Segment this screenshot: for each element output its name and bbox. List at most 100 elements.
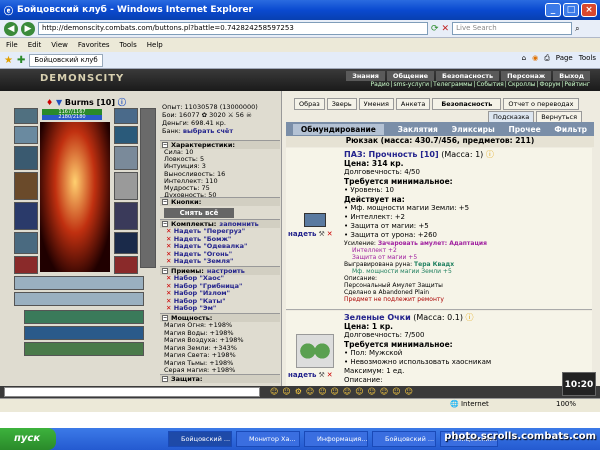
- item-title[interactable]: Зеленые Очки: [344, 313, 411, 322]
- chat-input[interactable]: [4, 387, 260, 397]
- tab-spells[interactable]: Заклятия: [398, 125, 438, 134]
- nav-rating[interactable]: Рейтинг: [564, 81, 590, 88]
- weapon-slot[interactable]: [14, 172, 38, 200]
- smile-icon[interactable]: ☺: [355, 387, 363, 397]
- back-icon[interactable]: ◀: [4, 21, 18, 36]
- security-button[interactable]: Безопасность: [432, 98, 502, 110]
- info-icon[interactable]: ⓘ: [466, 313, 474, 322]
- nav-sms[interactable]: sms-услуги: [394, 81, 430, 88]
- wear-link[interactable]: надеть: [288, 230, 316, 238]
- nav-forum[interactable]: Форум: [540, 81, 561, 88]
- search-input[interactable]: Live Search: [452, 22, 573, 35]
- drop-icon[interactable]: ✕: [327, 230, 333, 238]
- nav-security[interactable]: Безопасность: [436, 71, 500, 81]
- drop-icon[interactable]: ✕: [327, 371, 333, 379]
- home-icon[interactable]: ⌂: [522, 54, 526, 63]
- earrings-slot[interactable]: [14, 126, 38, 144]
- stop-icon[interactable]: ✕: [442, 24, 450, 34]
- rune-link[interactable]: Тера Квадх: [414, 261, 454, 268]
- settings-icon[interactable]: ⚙: [295, 387, 302, 397]
- maximize-button[interactable]: □: [563, 3, 579, 17]
- smile-icon[interactable]: ☺: [392, 387, 400, 397]
- set-item-5[interactable]: ✕ Надеть "Земля": [166, 257, 280, 266]
- taskbar-item[interactable]: Монитор Ха...: [236, 431, 300, 447]
- collapse-icon[interactable]: −: [162, 376, 168, 382]
- nav-events[interactable]: События: [476, 81, 503, 88]
- close-button[interactable]: ×: [581, 3, 597, 17]
- refresh-icon[interactable]: ⟳: [431, 24, 439, 34]
- wear-link[interactable]: надеть: [288, 371, 316, 379]
- skills-button[interactable]: Умения: [358, 98, 394, 110]
- nav-radio[interactable]: Радио: [370, 81, 389, 88]
- smile-icon[interactable]: ☺: [380, 387, 388, 397]
- helm-slot[interactable]: [14, 108, 38, 124]
- smile-icon[interactable]: ☺: [270, 387, 278, 397]
- feeds-icon[interactable]: ◉: [532, 54, 538, 63]
- boots-left-slot[interactable]: [14, 256, 38, 274]
- tab-elixirs[interactable]: Эликсиры: [452, 125, 495, 134]
- nav-knowledge[interactable]: Знания: [346, 71, 385, 81]
- pet-button[interactable]: Зверь: [326, 98, 357, 110]
- taskbar-item[interactable]: Информация...: [304, 431, 368, 447]
- forward-icon[interactable]: ▶: [21, 21, 35, 36]
- browser-tab[interactable]: Бойцовский клуб: [29, 53, 103, 67]
- print-icon[interactable]: ⎙: [544, 54, 550, 63]
- collapse-icon[interactable]: −: [162, 199, 168, 205]
- scroll-slots-row1[interactable]: [14, 276, 144, 290]
- gloves-slot[interactable]: [114, 126, 138, 144]
- ring-slot[interactable]: [114, 232, 138, 254]
- smile-icon[interactable]: ☺: [282, 387, 290, 397]
- smile-icon[interactable]: ☺: [306, 387, 314, 397]
- minimize-button[interactable]: _: [545, 3, 561, 17]
- favorites-star-icon[interactable]: ★: [4, 55, 13, 66]
- menu-file[interactable]: File: [6, 41, 18, 49]
- leggings-slot[interactable]: [114, 202, 138, 230]
- tab-equipment[interactable]: Обмундирование: [292, 123, 384, 135]
- taskbar-item[interactable]: Бойцовский ...: [372, 431, 436, 447]
- nav-telegrams[interactable]: Телеграммы: [433, 81, 472, 88]
- rune-slots-row2[interactable]: [24, 326, 144, 340]
- rune-slots-row3[interactable]: [24, 342, 144, 356]
- start-button[interactable]: пуск: [0, 428, 56, 450]
- offhand-slot[interactable]: [114, 172, 138, 200]
- smile-icon[interactable]: ☺: [331, 387, 339, 397]
- upgrade-link[interactable]: Зачаровать амулет: Адаптация: [378, 240, 487, 247]
- smile-icon[interactable]: ☺: [343, 387, 351, 397]
- menu-view[interactable]: View: [51, 41, 68, 49]
- belt-pockets-slot[interactable]: [140, 108, 156, 268]
- belt-slot[interactable]: [14, 232, 38, 254]
- scroll-slots-row2[interactable]: [14, 292, 144, 306]
- bracers-slot[interactable]: [114, 108, 138, 124]
- nav-exit[interactable]: Выход: [553, 71, 590, 81]
- tab-filter[interactable]: Фильтр: [554, 125, 587, 134]
- armor-slot[interactable]: [14, 202, 38, 230]
- image-button[interactable]: Образ: [294, 98, 325, 110]
- amulet-slot[interactable]: [14, 146, 38, 170]
- menu-edit[interactable]: Edit: [28, 41, 42, 49]
- url-input[interactable]: http://demonscity.combats.com/buttons.pl…: [38, 22, 428, 35]
- menu-favorites[interactable]: Favorites: [78, 41, 110, 49]
- bank-link[interactable]: выбрать счёт: [183, 127, 233, 135]
- menu-help[interactable]: Help: [147, 41, 163, 49]
- remove-all-button[interactable]: Снять всё: [164, 208, 234, 218]
- taskbar-item[interactable]: Бойцовский ...: [168, 431, 232, 447]
- repair-icon[interactable]: ⚒: [318, 371, 324, 379]
- trick-set-5[interactable]: ✕ Набор "Эм": [166, 304, 280, 313]
- item-title[interactable]: ПАЗ: Прочность [10]: [344, 150, 439, 159]
- nav-communication[interactable]: Общение: [386, 71, 435, 81]
- boots-right-slot[interactable]: [114, 256, 138, 274]
- shield-slot[interactable]: [114, 146, 138, 170]
- zoom-level[interactable]: 100%: [556, 400, 576, 408]
- page-menu[interactable]: Page: [556, 54, 573, 63]
- smile-icon[interactable]: ☺: [368, 387, 376, 397]
- nav-character[interactable]: Персонаж: [501, 71, 552, 81]
- menu-tools[interactable]: Tools: [120, 41, 137, 49]
- search-icon[interactable]: ⌕: [575, 24, 579, 34]
- transfer-report-button[interactable]: Отчет о переводах: [503, 98, 579, 110]
- info-icon[interactable]: ⓘ: [486, 150, 494, 159]
- add-favorite-icon[interactable]: ✚: [17, 55, 25, 66]
- smile-icon[interactable]: ☺: [318, 387, 326, 397]
- rune-slots-row1[interactable]: [24, 310, 144, 324]
- nav-scrolls[interactable]: Скроллы: [508, 81, 536, 88]
- tools-menu[interactable]: Tools: [579, 54, 596, 63]
